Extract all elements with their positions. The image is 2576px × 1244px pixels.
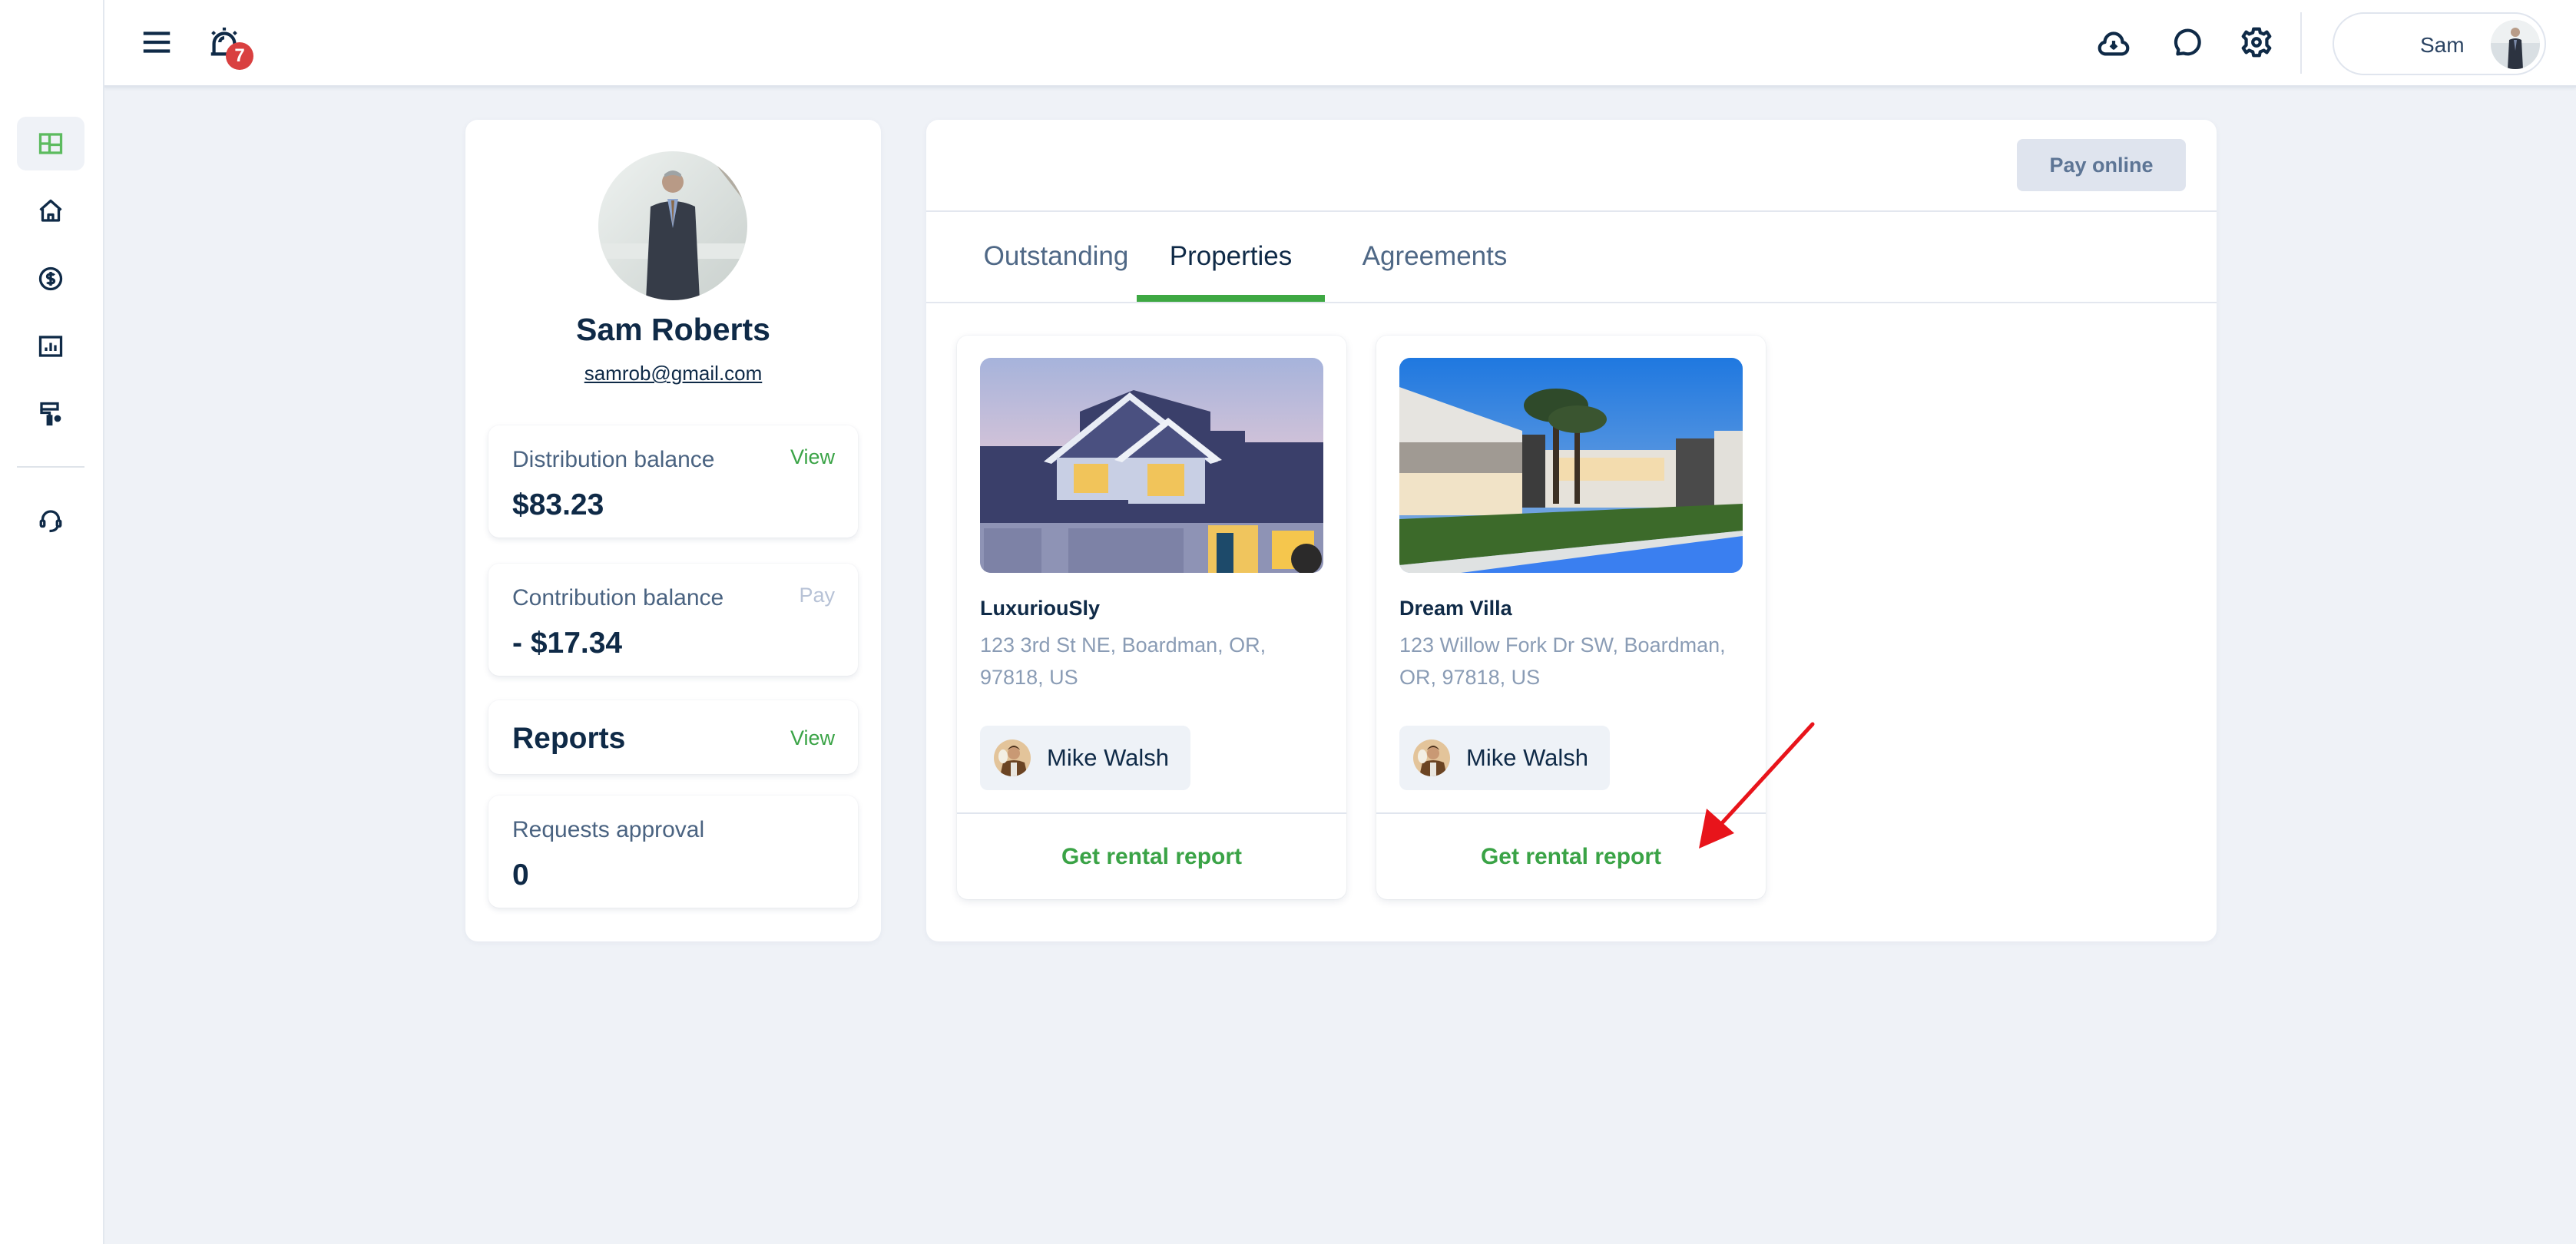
agent-name: Mike Walsh <box>1466 744 1589 771</box>
profile-photo <box>598 151 747 300</box>
property-name: LuxuriouSly <box>980 597 1101 620</box>
home-icon <box>39 199 62 222</box>
messages-button[interactable] <box>2164 21 2207 64</box>
top-header: 7 Sam <box>104 0 2576 88</box>
property-image <box>980 358 1323 573</box>
settings-button[interactable] <box>2235 21 2278 64</box>
property-address: 123 3rd St NE, Boardman, OR, 97818, US <box>980 634 1266 689</box>
tab-label: Agreements <box>1362 241 1508 271</box>
pay-online-button[interactable]: Pay online <box>2017 139 2186 191</box>
property-card-divider <box>1376 812 1766 814</box>
tab-label: Properties <box>1169 241 1293 271</box>
main-panel: Pay online Outstanding Properties Agreem… <box>926 120 2217 941</box>
contribution-balance-card: Contribution balance Pay - $17.34 <box>488 564 858 676</box>
property-address: 123 Willow Fork Dr SW, Boardman, OR, 978… <box>1399 634 1726 689</box>
requests-approval-value: 0 <box>512 859 529 892</box>
sidebar-item-maintenance[interactable] <box>17 387 84 441</box>
property-image <box>1399 358 1743 573</box>
tab-outstanding[interactable]: Outstanding <box>957 210 1155 303</box>
sidebar-item-dashboard[interactable] <box>17 117 84 170</box>
contribution-balance-value: - $17.34 <box>512 627 623 660</box>
alerts-count-badge: 7 <box>226 42 253 70</box>
requests-approval-card: Requests approval 0 <box>488 796 858 908</box>
chat-bubble-icon <box>2174 28 2201 56</box>
contribution-balance-label: Contribution balance <box>512 585 724 610</box>
reports-view-link[interactable]: View <box>790 726 835 750</box>
dashboard-grid-icon <box>38 133 63 154</box>
get-rental-report-button[interactable]: Get rental report <box>1376 815 1766 899</box>
headset-icon <box>39 510 62 533</box>
agent-name: Mike Walsh <box>1047 744 1170 771</box>
hamburger-menu-icon <box>143 31 171 53</box>
agent-chip[interactable]: Mike Walsh <box>980 726 1191 790</box>
profile-card: Sam Roberts samrob@gmail.com Distributio… <box>465 120 881 941</box>
agent-chip[interactable]: Mike Walsh <box>1399 726 1611 790</box>
contribution-pay-link[interactable]: Pay <box>799 584 835 607</box>
menu-button[interactable] <box>135 21 178 64</box>
dollar-circle-icon <box>38 266 63 291</box>
profile-name: Sam Roberts <box>576 312 770 347</box>
alerts-button[interactable]: 7 <box>203 21 253 70</box>
sidebar <box>0 0 104 1244</box>
header-separator <box>2300 12 2302 74</box>
sidebar-item-support[interactable] <box>17 494 84 548</box>
sidebar-divider <box>17 466 84 468</box>
sidebar-item-reports[interactable] <box>17 319 84 373</box>
user-name: Sam <box>2420 33 2465 57</box>
user-menu[interactable]: Sam <box>2333 12 2546 75</box>
sidebar-item-home[interactable] <box>17 184 84 238</box>
panel-divider-tabs <box>926 302 2217 303</box>
property-card-divider <box>957 812 1346 814</box>
requests-approval-label: Requests approval <box>512 817 705 842</box>
tab-label: Outstanding <box>983 241 1129 271</box>
sidebar-item-payments[interactable] <box>17 252 84 306</box>
tab-agreements[interactable]: Agreements <box>1354 210 1515 303</box>
profile-email-link[interactable]: samrob@gmail.com <box>465 362 881 385</box>
download-button[interactable] <box>2092 21 2135 64</box>
property-name: Dream Villa <box>1399 597 1512 620</box>
tab-properties[interactable]: Properties <box>1137 210 1325 303</box>
distribution-view-link[interactable]: View <box>790 445 835 469</box>
get-rental-report-button[interactable]: Get rental report <box>957 815 1346 899</box>
cloud-download-icon <box>2098 31 2130 56</box>
distribution-balance-card: Distribution balance View $83.23 <box>488 425 858 538</box>
reports-title: Reports <box>512 722 626 755</box>
gear-icon <box>2241 27 2272 58</box>
property-card: LuxuriouSly 123 3rd St NE, Boardman, OR,… <box>957 336 1346 899</box>
bar-chart-icon <box>38 336 63 357</box>
distribution-balance-label: Distribution balance <box>512 447 715 472</box>
agent-avatar <box>1413 739 1450 776</box>
distribution-balance-value: $83.23 <box>512 488 604 521</box>
property-card: Dream Villa 123 Willow Fork Dr SW, Board… <box>1376 336 1766 899</box>
reports-card: Reports View <box>488 700 858 774</box>
user-avatar <box>2491 20 2540 69</box>
agent-avatar <box>994 739 1031 776</box>
paint-roller-icon <box>40 402 61 426</box>
